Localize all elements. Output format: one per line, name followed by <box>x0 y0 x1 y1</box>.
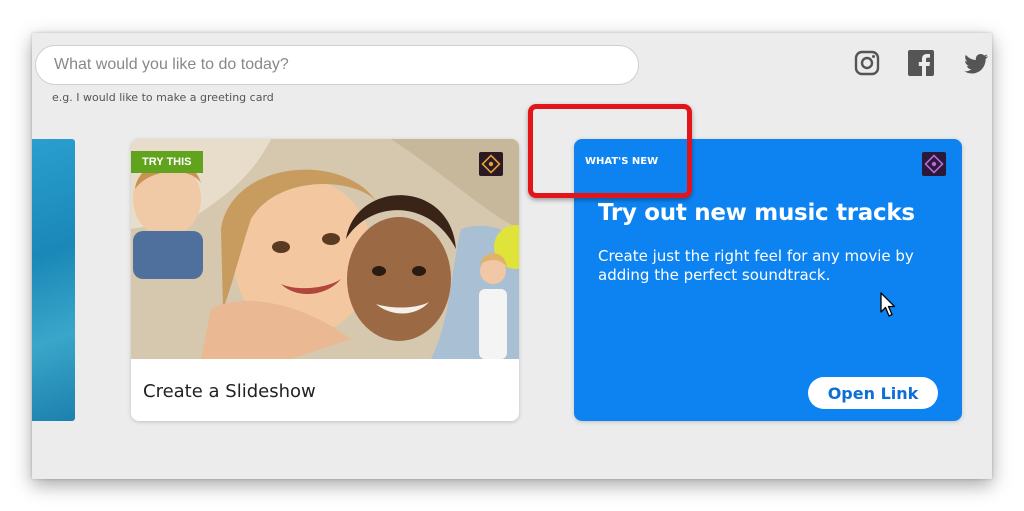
annotation-highlight <box>528 104 692 198</box>
mouse-cursor-icon <box>880 292 896 317</box>
try-this-badge: TRY THIS <box>131 151 203 173</box>
premiere-elements-icon <box>922 152 946 176</box>
slideshow-title: Create a Slideshow <box>143 381 316 402</box>
music-tracks-title: Try out new music tracks <box>598 200 915 226</box>
slideshow-card[interactable]: TRY THIS Create a Slideshow <box>131 139 519 421</box>
previous-card[interactable] <box>32 139 75 421</box>
music-tracks-description: Create just the right feel for any movie… <box>598 247 914 284</box>
app-window: e.g. I would like to make a greeting car… <box>32 33 992 479</box>
facebook-icon[interactable] <box>907 49 935 77</box>
twitter-icon[interactable] <box>962 49 990 77</box>
instagram-icon[interactable] <box>853 49 881 77</box>
premiere-elements-icon <box>479 152 503 176</box>
search-hint: e.g. I would like to make a greeting car… <box>52 91 274 104</box>
open-link-button[interactable]: Open Link <box>808 377 938 409</box>
search-input[interactable] <box>35 45 639 85</box>
